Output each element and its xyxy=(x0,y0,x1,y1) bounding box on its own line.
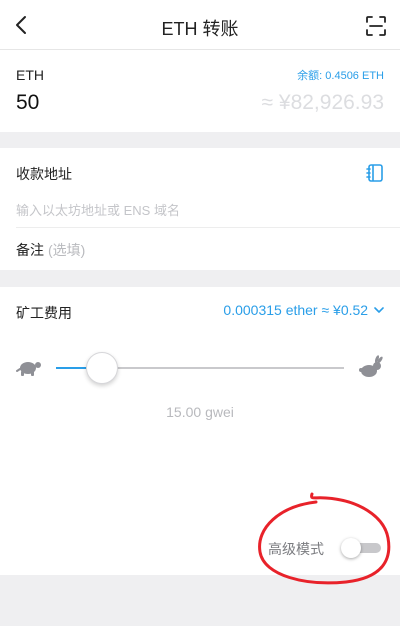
gas-price-label: 15.00 gwei xyxy=(166,404,234,420)
memo-label: 备注 xyxy=(16,242,44,258)
currency-label: ETH xyxy=(16,67,44,83)
fiat-estimate: ≈ ¥82,926.93 xyxy=(261,91,384,114)
advanced-mode-toggle[interactable] xyxy=(341,538,381,558)
fee-card: 矿工费用 0.000315 ether ≈ ¥0.52 15.00 gwei 高… xyxy=(0,287,400,575)
fee-label: 矿工费用 xyxy=(16,305,72,321)
address-book-button[interactable] xyxy=(364,162,386,184)
address-input[interactable]: 输入以太坊地址或 ENS 域名 xyxy=(16,200,180,219)
fee-value-text: 0.000315 ether ≈ ¥0.52 xyxy=(223,302,369,318)
turtle-icon xyxy=(16,362,41,376)
fee-value-dropdown[interactable]: 0.000315 ether ≈ ¥0.52 xyxy=(223,302,384,318)
scan-icon xyxy=(366,16,386,36)
rabbit-icon xyxy=(359,355,383,377)
amount-card: ETH 余额: 0.4506 ETH ≈ ¥82,926.93 xyxy=(0,50,400,132)
memo-field[interactable]: 备注 (选填) xyxy=(16,240,85,260)
nav-bar: ETH 转账 xyxy=(0,0,400,50)
recipient-card: 收款地址 输入以太坊地址或 ENS 域名 备注 (选填) xyxy=(0,148,400,270)
address-book-icon xyxy=(366,164,383,182)
advanced-mode-label: 高级模式 xyxy=(268,541,324,557)
amount-input[interactable] xyxy=(16,91,216,115)
memo-optional-hint: (选填) xyxy=(48,242,86,258)
chevron-down-icon xyxy=(374,307,384,313)
page-title: ETH 转账 xyxy=(161,19,239,39)
scan-button[interactable] xyxy=(364,14,388,38)
fee-slider-thumb[interactable] xyxy=(86,352,119,384)
toggle-knob xyxy=(341,538,361,558)
divider xyxy=(16,227,400,228)
balance-label: 余额: 0.4506 ETH xyxy=(297,70,384,82)
recipient-label: 收款地址 xyxy=(16,166,72,182)
